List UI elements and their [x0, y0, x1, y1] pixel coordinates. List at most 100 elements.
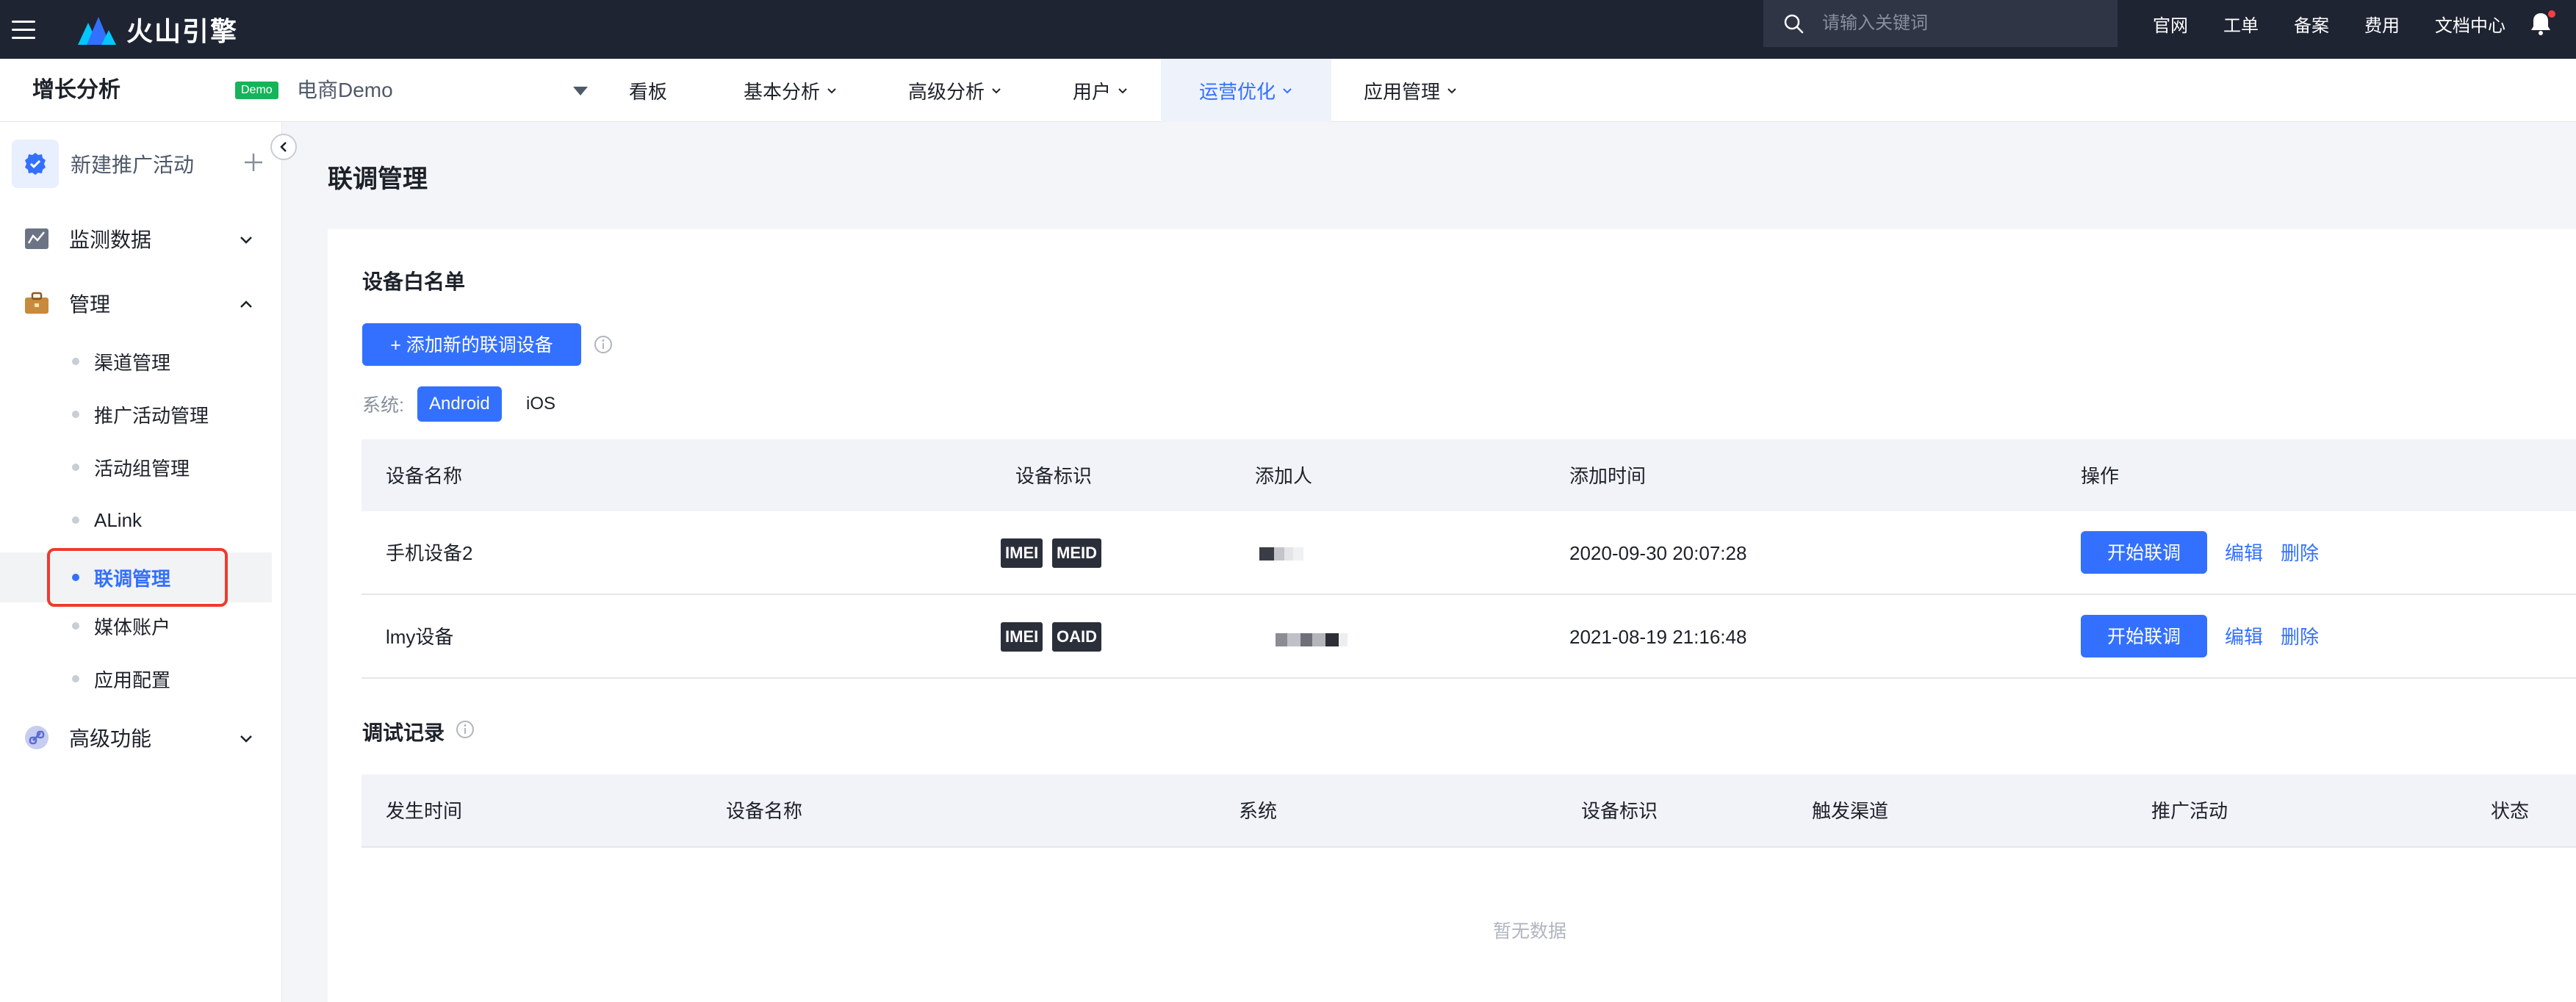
device-id-tag: OAID — [1052, 622, 1101, 652]
new-campaign-button[interactable]: 新建推广活动 — [12, 140, 265, 188]
link-icp-filing[interactable]: 备案 — [2294, 11, 2329, 37]
bell-icon[interactable] — [2528, 10, 2555, 37]
device-id-tag: IMEI — [1001, 622, 1043, 652]
edit-link[interactable]: 编辑 — [2225, 595, 2263, 679]
delete-link[interactable]: 删除 — [2281, 511, 2319, 595]
column-header: 系统 — [1239, 800, 1278, 822]
column-header: 设备名称 — [386, 465, 463, 487]
chevron-down-icon — [1118, 88, 1127, 94]
chevron-down-icon — [827, 88, 836, 94]
sidebar-item-alink[interactable]: ALink — [0, 495, 272, 545]
bullet-dot — [72, 411, 79, 418]
empty-state-text: 暂无数据 — [1493, 921, 1567, 942]
nav-dashboard-label: 看板 — [629, 80, 668, 103]
whitelist-title: 设备白名单 — [362, 270, 466, 293]
sidebar-section-monitor-label: 监测数据 — [69, 228, 152, 251]
added-time: 2021-08-19 21:16:48 — [1569, 626, 1747, 648]
added-time: 2020-09-30 20:07:28 — [1569, 542, 1747, 564]
caret-down-icon[interactable] — [573, 87, 588, 95]
table-divider — [361, 846, 2576, 848]
device-id-tag: MEID — [1052, 538, 1101, 568]
chevron-up-icon — [240, 300, 252, 308]
nav-app-management[interactable]: 应用管理 — [1364, 59, 1458, 122]
demo-badge: Demo — [235, 82, 278, 99]
sidebar-item-label: 渠道管理 — [94, 351, 171, 374]
sidebar-item-label: 媒体账户 — [94, 616, 171, 638]
column-header: 发生时间 — [386, 800, 463, 822]
add-debug-device-button[interactable]: + 添加新的联调设备 — [362, 323, 581, 366]
start-debug-button[interactable]: 开始联调 — [2081, 615, 2207, 657]
campaign-badge-icon — [12, 140, 59, 188]
table-row: lmy设备 IMEI OAID 2021-08-19 21:16:48 开始联调… — [361, 595, 2576, 679]
sidebar-item-app-config[interactable]: 应用配置 — [0, 654, 272, 704]
link-billing[interactable]: 费用 — [2364, 11, 2400, 37]
notification-dot — [2548, 10, 2555, 18]
sidebar-item-campaigns[interactable]: 推广活动管理 — [0, 389, 272, 439]
sidebar-item-media-accounts[interactable]: 媒体账户 — [0, 601, 272, 651]
nav-basic-analysis-label: 基本分析 — [744, 80, 821, 103]
global-search[interactable] — [1763, 0, 2118, 47]
search-input[interactable] — [1821, 9, 2100, 38]
delete-link[interactable]: 删除 — [2281, 595, 2319, 679]
sidebar-item-label: 活动组管理 — [94, 457, 190, 480]
start-debug-button[interactable]: 开始联调 — [2081, 531, 2207, 574]
brand-name: 火山引擎 — [126, 16, 239, 46]
hamburger-menu-icon[interactable] — [0, 0, 47, 59]
link-feature-icon — [25, 726, 48, 749]
top-links: 官网 工单 备案 费用 文档中心 — [2153, 0, 2541, 47]
nav-operations[interactable]: 运营优化 — [1161, 59, 1332, 122]
nav-operations-label: 运营优化 — [1199, 80, 1276, 103]
sidebar-section-monitor[interactable]: 监测数据 — [0, 212, 282, 265]
info-icon[interactable] — [456, 720, 475, 739]
nav-users[interactable]: 用户 — [1073, 59, 1129, 122]
device-id-tag: IMEI — [1001, 538, 1043, 568]
brand-logo[interactable]: 火山引擎 — [76, 0, 238, 59]
table-row: 手机设备2 IMEI MEID 2020-09-30 20:07:28 开始联调… — [361, 511, 2576, 595]
nav-advanced-analysis[interactable]: 高级分析 — [908, 59, 1002, 122]
nav-users-label: 用户 — [1073, 80, 1112, 103]
link-tickets[interactable]: 工单 — [2223, 11, 2259, 37]
new-campaign-label: 新建推广活动 — [71, 154, 195, 176]
chevron-down-icon — [992, 88, 1001, 94]
search-icon — [1784, 14, 1804, 34]
debug-log-title: 调试记录 — [362, 721, 445, 744]
sidebar-item-channels[interactable]: 渠道管理 — [0, 336, 272, 386]
device-name: 手机设备2 — [386, 542, 473, 564]
column-header: 推广活动 — [2151, 800, 2228, 822]
sidebar-collapse-button[interactable] — [270, 134, 297, 160]
masked-user-name — [1259, 547, 1303, 561]
sidebar-section-manage[interactable]: 管理 — [0, 277, 282, 330]
column-header: 添加人 — [1255, 465, 1313, 487]
chevron-down-icon — [240, 735, 252, 743]
annotation-highlight — [47, 548, 228, 607]
os-option-ios[interactable]: iOS — [514, 386, 567, 422]
os-filter-label: 系统: — [362, 395, 404, 416]
debug-log-table-header: 发生时间 设备名称 系统 设备标识 触发渠道 推广活动 状态 — [361, 774, 2576, 848]
nav-dashboard[interactable]: 看板 — [629, 59, 667, 122]
chart-monitor-icon — [25, 228, 48, 249]
sidebar-item-label: ALink — [94, 508, 143, 531]
info-icon[interactable] — [594, 335, 613, 354]
page-title: 联调管理 — [328, 165, 428, 193]
column-header: 设备名称 — [726, 800, 803, 822]
bullet-dot — [72, 516, 79, 524]
column-header: 设备标识 — [1581, 800, 1658, 822]
nav-app-management-label: 应用管理 — [1364, 80, 1441, 103]
nav-advanced-analysis-label: 高级分析 — [908, 80, 985, 103]
column-header: 状态 — [2491, 800, 2530, 822]
edit-link[interactable]: 编辑 — [2225, 511, 2263, 595]
app-selector[interactable]: 电商Demo — [297, 59, 393, 122]
nav-basic-analysis[interactable]: 基本分析 — [744, 59, 838, 122]
plus-icon[interactable] — [242, 151, 265, 173]
device-name: lmy设备 — [386, 626, 454, 648]
bullet-dot — [72, 675, 79, 682]
link-docs[interactable]: 文档中心 — [2435, 11, 2505, 37]
os-option-android[interactable]: Android — [417, 386, 502, 422]
link-official-site[interactable]: 官网 — [2153, 11, 2188, 37]
bullet-dot — [72, 464, 79, 471]
chevron-left-icon — [280, 142, 287, 152]
product-title: 增长分析 — [32, 78, 120, 102]
sidebar-section-advanced[interactable]: 高级功能 — [0, 711, 282, 764]
sidebar-item-campaign-groups[interactable]: 活动组管理 — [0, 442, 272, 492]
whitelist-table-header: 设备名称 设备标识 添加人 添加时间 操作 — [361, 439, 2576, 513]
